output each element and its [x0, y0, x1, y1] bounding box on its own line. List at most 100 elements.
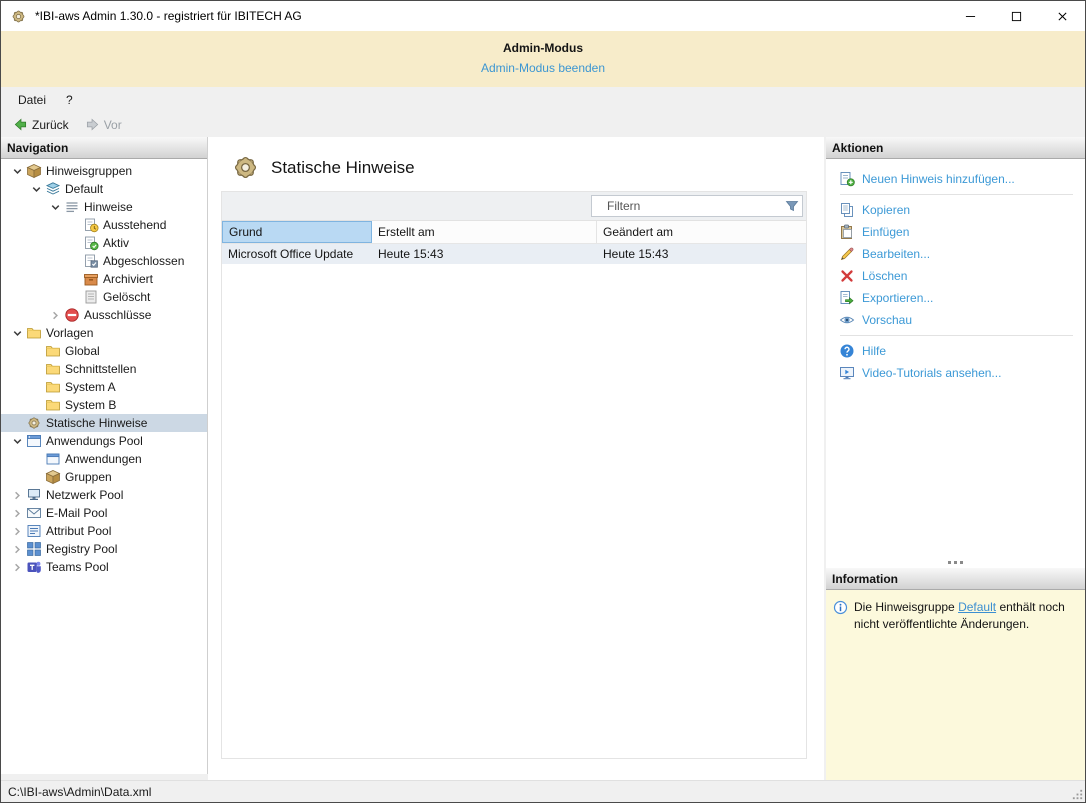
expander-spacer	[67, 290, 82, 305]
tree-item-label: Schnittstellen	[65, 362, 142, 376]
forward-button[interactable]: Vor	[80, 115, 127, 134]
table-row[interactable]: Microsoft Office UpdateHeute 15:43Heute …	[222, 244, 806, 264]
folder-icon	[45, 361, 61, 377]
action-label: Hilfe	[862, 344, 886, 358]
tree-item-gruppen[interactable]: Gruppen	[1, 468, 207, 486]
app-logo-icon	[10, 8, 27, 25]
admin-mode-exit-link[interactable]: Admin-Modus beenden	[481, 61, 605, 75]
tree-item-anwendungs-pool[interactable]: Anwendungs Pool	[1, 432, 207, 450]
chevron-right-icon[interactable]	[48, 308, 63, 323]
tree-item-label: Gelöscht	[103, 290, 156, 304]
menu-item-datei[interactable]: Datei	[8, 90, 56, 110]
chevron-right-icon[interactable]	[10, 488, 25, 503]
action-exportieren[interactable]: Exportieren...	[839, 287, 1085, 309]
expander-spacer	[29, 470, 44, 485]
active-icon	[83, 235, 99, 251]
back-button[interactable]: Zurück	[8, 115, 74, 134]
tree-item-system-b[interactable]: System B	[1, 396, 207, 414]
attribute-icon	[26, 523, 42, 539]
tree-item-anwendungen[interactable]: Anwendungen	[1, 450, 207, 468]
tree-item-label: Hinweise	[84, 200, 139, 214]
resize-grip[interactable]	[1071, 788, 1084, 801]
email-icon	[26, 505, 42, 521]
menu-item-help[interactable]: ?	[56, 90, 83, 110]
window-title: *IBI-aws Admin 1.30.0 - registriert für …	[35, 9, 302, 23]
tree-item-netzwerk-pool[interactable]: Netzwerk Pool	[1, 486, 207, 504]
action-loschen[interactable]: Löschen	[839, 265, 1085, 287]
chevron-down-icon[interactable]	[48, 200, 63, 215]
panel-splitter[interactable]	[826, 557, 1085, 568]
forward-arrow-icon	[85, 117, 100, 132]
maximize-icon	[1011, 11, 1022, 22]
teams-icon	[26, 559, 42, 575]
information-text: Die Hinweisgruppe Default enthält noch n…	[854, 599, 1078, 633]
tree-item-teams-pool[interactable]: Teams Pool	[1, 558, 207, 576]
chevron-down-icon[interactable]	[29, 182, 44, 197]
tree-item-statische-hinweise[interactable]: Statische Hinweise	[1, 414, 207, 432]
action-neuen-hinweis-hinzufugen[interactable]: Neuen Hinweis hinzufügen...	[839, 168, 1085, 190]
column-header-erstellt-am[interactable]: Erstellt am	[372, 221, 597, 243]
hint-group-default-link[interactable]: Default	[958, 600, 996, 614]
hints-list-box: GrundErstellt amGeändert am Microsoft Of…	[221, 191, 807, 759]
chevron-right-icon[interactable]	[10, 524, 25, 539]
gear-icon	[230, 152, 261, 183]
tree-item-ausschlusse[interactable]: Ausschlüsse	[1, 306, 207, 324]
gear-icon	[26, 415, 42, 431]
minimize-button[interactable]	[947, 1, 993, 31]
tree-item-vorlagen[interactable]: Vorlagen	[1, 324, 207, 342]
maximize-button[interactable]	[993, 1, 1039, 31]
close-button[interactable]	[1039, 1, 1085, 31]
tree-item-label: Gruppen	[65, 470, 118, 484]
chevron-down-icon[interactable]	[10, 164, 25, 179]
tree-item-ausstehend[interactable]: Ausstehend	[1, 216, 207, 234]
expander-spacer	[10, 416, 25, 431]
tree-item-label: Anwendungs Pool	[46, 434, 149, 448]
action-vorschau[interactable]: Vorschau	[839, 309, 1085, 331]
tree-item-label: Abgeschlossen	[103, 254, 190, 268]
action-label: Kopieren	[862, 203, 910, 217]
action-label: Vorschau	[862, 313, 912, 327]
chevron-down-icon[interactable]	[10, 434, 25, 449]
folder-icon	[45, 379, 61, 395]
tree-item-abgeschlossen[interactable]: Abgeschlossen	[1, 252, 207, 270]
action-hilfe[interactable]: Hilfe	[839, 340, 1085, 362]
action-kopieren[interactable]: Kopieren	[839, 199, 1085, 221]
tree-item-geloscht[interactable]: Gelöscht	[1, 288, 207, 306]
pending-icon	[83, 217, 99, 233]
tree-item-label: Anwendungen	[65, 452, 148, 466]
filter-input[interactable]	[592, 198, 782, 214]
expander-spacer	[67, 272, 82, 287]
tree-item-aktiv[interactable]: Aktiv	[1, 234, 207, 252]
tree-item-schnittstellen[interactable]: Schnittstellen	[1, 360, 207, 378]
chevron-right-icon[interactable]	[10, 560, 25, 575]
chevron-right-icon[interactable]	[10, 542, 25, 557]
tree-item-label: System A	[65, 380, 122, 394]
expander-spacer	[29, 380, 44, 395]
action-video-tutorials-ansehen[interactable]: Video-Tutorials ansehen...	[839, 362, 1085, 384]
content-area: Statische Hinweise GrundErstellt amGeänd…	[208, 137, 824, 780]
list-icon	[64, 199, 80, 215]
column-header-grund[interactable]: Grund	[222, 221, 372, 243]
tree-item-hinweise[interactable]: Hinweise	[1, 198, 207, 216]
add-note-icon	[839, 171, 855, 187]
filter-funnel-icon[interactable]	[782, 198, 802, 214]
tree-item-archiviert[interactable]: Archiviert	[1, 270, 207, 288]
tree-item-e-mail-pool[interactable]: E-Mail Pool	[1, 504, 207, 522]
tree-item-system-a[interactable]: System A	[1, 378, 207, 396]
action-bearbeiten[interactable]: Bearbeiten...	[839, 243, 1085, 265]
deleted-icon	[83, 289, 99, 305]
chevron-down-icon[interactable]	[10, 326, 25, 341]
action-einfugen[interactable]: Einfügen	[839, 221, 1085, 243]
tree-item-global[interactable]: Global	[1, 342, 207, 360]
tree-item-default[interactable]: Default	[1, 180, 207, 198]
actions-separator	[840, 335, 1073, 336]
tree-item-label: Ausschlüsse	[84, 308, 157, 322]
column-header-geandert-am[interactable]: Geändert am	[597, 221, 806, 243]
expander-spacer	[29, 344, 44, 359]
chevron-right-icon[interactable]	[10, 506, 25, 521]
tree-item-registry-pool[interactable]: Registry Pool	[1, 540, 207, 558]
tree-item-label: Registry Pool	[46, 542, 123, 556]
tree-item-hinweisgruppen[interactable]: Hinweisgruppen	[1, 162, 207, 180]
tree-item-attribut-pool[interactable]: Attribut Pool	[1, 522, 207, 540]
information-box: Die Hinweisgruppe Default enthält noch n…	[826, 590, 1085, 780]
